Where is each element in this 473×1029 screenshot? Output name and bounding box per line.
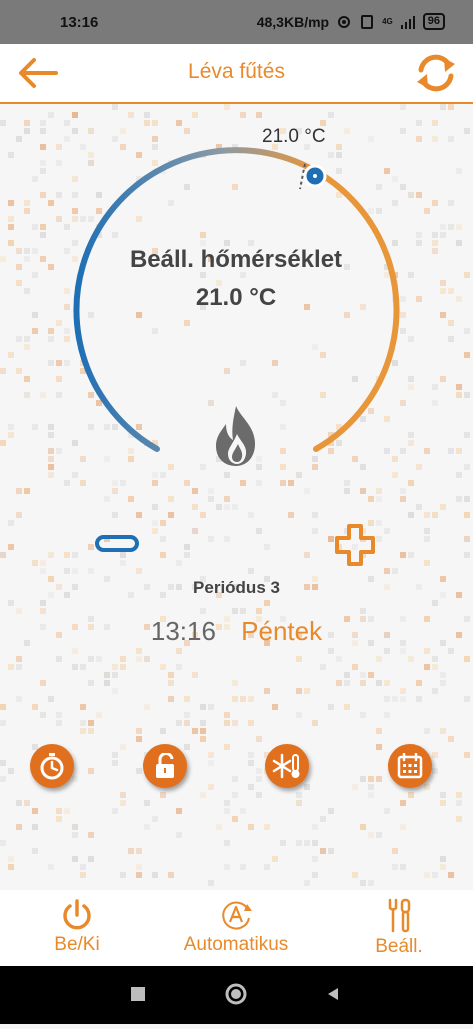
calendar-icon — [397, 753, 423, 779]
system-nav-buttons — [131, 983, 338, 1005]
schedule-time-day: 13:16 Péntek — [0, 616, 473, 647]
power-icon — [63, 899, 91, 930]
tools-icon — [388, 898, 411, 933]
back-nav-icon[interactable] — [328, 988, 338, 1000]
refresh-icon[interactable] — [413, 52, 459, 94]
plus-icon[interactable] — [331, 522, 379, 568]
status-time: 13:16 — [60, 14, 99, 31]
nav-settings[interactable]: Beáll. — [344, 890, 454, 966]
settings-cog-icon — [338, 15, 351, 28]
timer-button[interactable] — [30, 744, 74, 788]
unlock-icon — [156, 753, 174, 778]
signal-icon — [400, 15, 415, 29]
frost-protection-button[interactable] — [265, 744, 309, 788]
snowflake-thermometer-icon — [272, 753, 300, 779]
nav-auto-label: Automatikus — [183, 934, 289, 955]
system-navigation-bar — [0, 966, 473, 1024]
nav-settings-label: Beáll. — [375, 936, 423, 957]
minus-icon[interactable] — [93, 530, 143, 558]
status-bar: 13:16 48,3KB/mp 4G 96 — [0, 0, 473, 44]
network-type: 4G — [382, 16, 393, 26]
page-title: Léva fűtés — [188, 60, 285, 83]
schedule-time: 13:16 — [150, 616, 216, 646]
stopwatch-icon — [40, 753, 64, 780]
status-indicators: 48,3KB/mp 4G 96 — [257, 13, 445, 30]
nav-auto[interactable]: Automatikus — [166, 890, 306, 966]
period-label: Periódus 3 — [193, 578, 280, 597]
lock-button[interactable] — [143, 744, 187, 788]
flame-icon — [216, 406, 255, 466]
bottom-navigation: Be/Ki Automatikus Beáll. — [0, 890, 473, 966]
temperature-dial: 21.0 °C Beáll. hőmérséklet 21.0 °C — [0, 104, 473, 524]
recents-icon[interactable] — [131, 987, 145, 1001]
schedule-button[interactable] — [388, 744, 432, 788]
sim-icon — [361, 14, 374, 29]
app-bar: Léva fűtés — [0, 44, 473, 104]
set-temperature-label: Beáll. hőmérséklet — [129, 246, 343, 273]
set-temperature-value: 21.0 °C — [195, 284, 277, 311]
net-speed: 48,3KB/mp — [256, 13, 330, 30]
thermostat-panel: 21.0 °C Beáll. hőmérséklet 21.0 °C Perió… — [0, 104, 473, 890]
battery-indicator: 96 — [422, 13, 445, 30]
nav-power-label: Be/Ki — [54, 934, 100, 955]
nav-power[interactable]: Be/Ki — [22, 890, 132, 966]
setpoint-marker-label: 21.0 °C — [262, 126, 326, 147]
auto-mode-icon — [222, 901, 252, 930]
schedule-day: Péntek — [241, 616, 323, 646]
